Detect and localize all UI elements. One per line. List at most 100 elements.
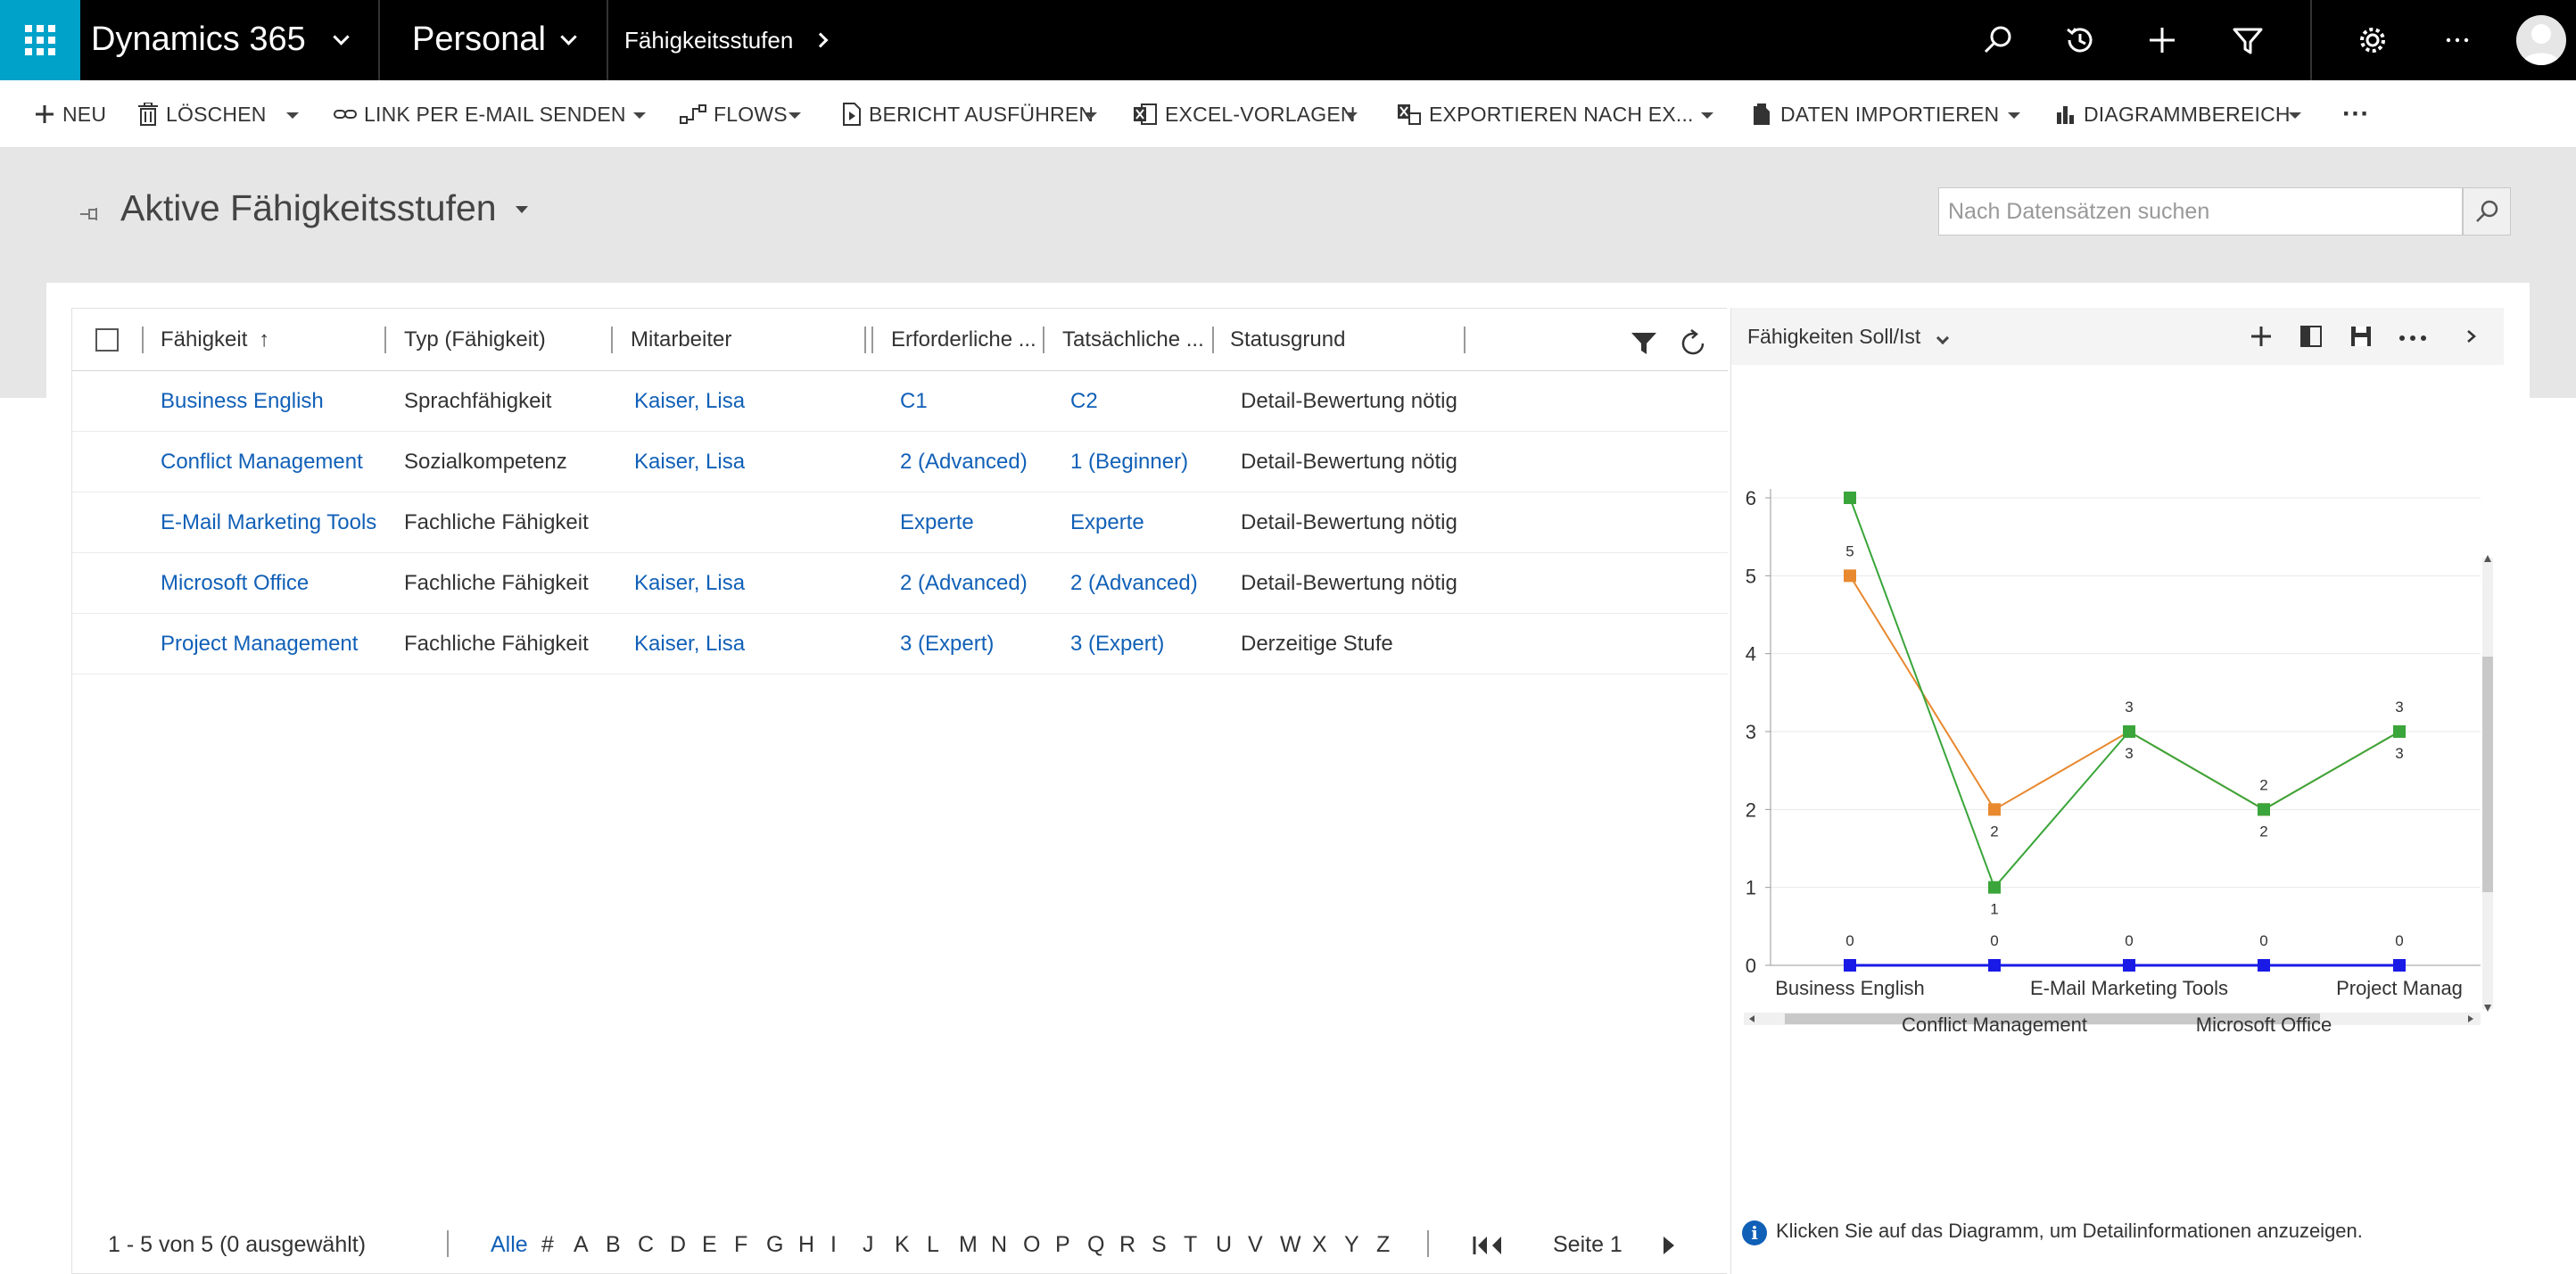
plus-icon[interactable] — [2144, 22, 2180, 58]
refresh-icon[interactable] — [1678, 328, 1708, 359]
delete-dropdown-caret[interactable] — [286, 112, 299, 119]
save-icon[interactable] — [2349, 324, 2374, 349]
delete-button[interactable]: LÖSCHEN — [137, 80, 267, 148]
flows-dropdown-caret[interactable] — [788, 112, 801, 119]
column-header-status[interactable]: Statusgrund — [1230, 309, 1345, 371]
search-icon[interactable] — [1980, 22, 2016, 58]
alpha-filter-letter[interactable]: M — [959, 1214, 978, 1274]
chart-title[interactable]: Fähigkeiten Soll/Ist — [1747, 308, 1920, 365]
data-point-marker[interactable] — [2258, 803, 2270, 816]
email-link-dropdown-caret[interactable] — [633, 112, 646, 119]
cell-employee[interactable]: Kaiser, Lisa — [634, 614, 745, 674]
column-header-employee[interactable]: Mitarbeiter — [631, 309, 731, 371]
alpha-filter-letter[interactable]: G — [766, 1214, 783, 1274]
select-all-checkbox[interactable] — [95, 328, 119, 352]
alpha-filter-letter[interactable]: N — [991, 1214, 1007, 1274]
alpha-filter-letter[interactable]: I — [830, 1214, 837, 1274]
history-icon[interactable] — [2062, 22, 2098, 58]
chevron-down-icon[interactable] — [560, 29, 577, 46]
pin-icon[interactable] — [78, 205, 103, 223]
chevron-right-icon[interactable] — [2463, 324, 2481, 349]
cell-required[interactable]: 2 (Advanced) — [900, 553, 1028, 614]
cell-actual[interactable]: 3 (Expert) — [1070, 614, 1164, 674]
filter-icon[interactable] — [1630, 331, 1658, 356]
column-header-actual[interactable]: Tatsächliche ... — [1062, 309, 1204, 371]
run-report-dropdown-caret[interactable] — [1085, 112, 1097, 119]
alpha-filter-letter[interactable]: L — [927, 1214, 939, 1274]
app-launcher-button[interactable] — [0, 0, 80, 80]
new-button[interactable]: NEU — [34, 80, 106, 148]
next-page-icon[interactable] — [1660, 1234, 1678, 1257]
alpha-filter-letter[interactable]: V — [1248, 1214, 1263, 1274]
chevron-right-icon[interactable] — [813, 32, 829, 48]
cell-skill[interactable]: Conflict Management — [161, 432, 363, 492]
alpha-filter-letter[interactable]: Y — [1344, 1214, 1359, 1274]
flows-button[interactable]: FLOWS — [680, 80, 788, 148]
search-input[interactable]: Nach Datensätzen suchen — [1938, 187, 2463, 236]
more-icon[interactable] — [2440, 22, 2475, 58]
alpha-filter-letter[interactable]: D — [670, 1214, 686, 1274]
export-excel-button[interactable]: EXPORTIEREN NACH EX... — [1397, 80, 1694, 148]
cell-skill[interactable]: Project Management — [161, 614, 358, 674]
cell-actual[interactable]: C2 — [1070, 371, 1098, 432]
column-header-type[interactable]: Typ (Fähigkeit) — [404, 309, 546, 371]
alpha-filter-letter[interactable]: P — [1055, 1214, 1070, 1274]
user-avatar[interactable] — [2516, 15, 2566, 65]
alpha-filter-letter[interactable]: X — [1312, 1214, 1327, 1274]
data-point-marker[interactable] — [1844, 492, 1856, 504]
cell-required[interactable]: Experte — [900, 492, 974, 553]
excel-templates-dropdown-caret[interactable] — [1345, 112, 1358, 119]
alpha-filter-letter[interactable]: F — [734, 1214, 747, 1274]
filter-icon[interactable] — [2230, 22, 2266, 58]
cell-skill[interactable]: Business English — [161, 371, 324, 432]
gear-icon[interactable] — [2355, 22, 2390, 58]
add-chart-icon[interactable] — [2249, 324, 2274, 349]
alpha-filter-letter[interactable]: H — [798, 1214, 814, 1274]
cell-actual[interactable]: 2 (Advanced) — [1070, 553, 1198, 614]
table-row[interactable]: Conflict Management Sozialkompetenz Kais… — [72, 432, 1728, 492]
alpha-filter-letter[interactable]: # — [541, 1214, 554, 1274]
data-point-marker[interactable] — [1988, 959, 2001, 972]
alpha-filter-letter[interactable]: U — [1216, 1214, 1232, 1274]
alpha-filter-letter[interactable]: O — [1023, 1214, 1040, 1274]
alpha-filter-letter[interactable]: R — [1119, 1214, 1135, 1274]
chart-pane-button[interactable]: DIAGRAMMBEREICH — [2055, 80, 2291, 148]
run-report-button[interactable]: BERICHT AUSFÜHREN — [842, 80, 1094, 148]
column-header-skill[interactable]: Fähigkeit ↑ — [161, 309, 269, 371]
data-point-marker[interactable] — [1844, 569, 1856, 583]
excel-templates-button[interactable]: EXCEL-VORLAGEN — [1133, 80, 1356, 148]
email-link-button[interactable]: LINK PER E-MAIL SENDEN — [334, 80, 626, 148]
alpha-filter-letter[interactable]: Q — [1087, 1214, 1104, 1274]
table-row[interactable]: Microsoft Office Fachliche Fähigkeit Kai… — [72, 553, 1728, 614]
data-point-marker[interactable] — [1988, 803, 2001, 816]
data-point-marker[interactable] — [1844, 959, 1856, 972]
cell-employee[interactable]: Kaiser, Lisa — [634, 432, 745, 492]
more-icon[interactable] — [2397, 324, 2429, 349]
alpha-filter-all[interactable]: Alle — [491, 1214, 528, 1274]
more-commands-button[interactable]: ··· — [2342, 80, 2370, 148]
alpha-filter-letter[interactable]: C — [638, 1214, 654, 1274]
alpha-filter-letter[interactable]: T — [1184, 1214, 1197, 1274]
table-row[interactable]: Business English Sprachfähigkeit Kaiser,… — [72, 371, 1728, 432]
export-excel-dropdown-caret[interactable] — [1701, 112, 1713, 119]
data-point-marker[interactable] — [1988, 881, 2001, 894]
first-page-icon[interactable] — [1471, 1234, 1507, 1257]
chevron-down-icon[interactable] — [1936, 331, 1950, 345]
alpha-filter-letter[interactable]: A — [574, 1214, 589, 1274]
alpha-filter-letter[interactable]: W — [1280, 1214, 1301, 1274]
vertical-scrollbar-thumb[interactable] — [2482, 657, 2493, 892]
alpha-filter-letter[interactable]: J — [863, 1214, 874, 1274]
data-point-marker[interactable] — [2123, 959, 2135, 972]
alpha-filter-letter[interactable]: E — [702, 1214, 717, 1274]
line-chart[interactable]: 0 1 2 3 4 5 6 Business English Conflict Manageme… — [1731, 365, 2504, 1209]
alpha-filter-letter[interactable]: Z — [1376, 1214, 1390, 1274]
cell-skill[interactable]: E-Mail Marketing Tools — [161, 492, 376, 553]
cell-employee[interactable]: Kaiser, Lisa — [634, 371, 745, 432]
expand-chart-icon[interactable] — [2299, 324, 2324, 349]
column-header-required[interactable]: Erforderliche ... — [891, 309, 1036, 371]
import-data-dropdown-caret[interactable] — [2008, 112, 2020, 119]
chart-pane-dropdown-caret[interactable] — [2289, 112, 2301, 119]
data-point-marker[interactable] — [2123, 725, 2135, 738]
table-row[interactable]: E-Mail Marketing Tools Fachliche Fähigke… — [72, 492, 1728, 553]
import-data-button[interactable]: DATEN IMPORTIEREN — [1752, 80, 1999, 148]
